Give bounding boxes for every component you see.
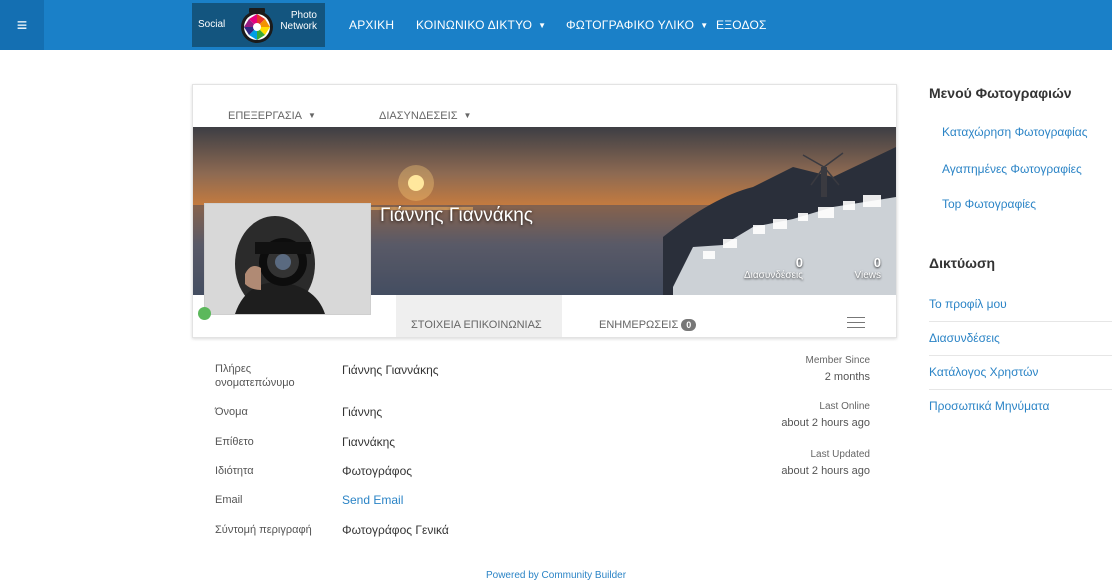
logo-text-photo-network: Photo Network [280, 10, 317, 32]
last-updated-label: Last Updated [810, 449, 871, 460]
sidebar-link-my-profile[interactable]: Το προφίλ μου [929, 288, 1112, 322]
connections-menu-label: ΔΙΑΣΥΝΔΕΣΕΙΣ [379, 110, 458, 122]
views-stat: 0 Views [833, 255, 882, 281]
nav-social-network-label: ΚΟΙΝΩΝΙΚΟ ΔΙΚΤΥΟ [416, 18, 533, 32]
nav-social-network[interactable]: ΚΟΙΝΩΝΙΚΟ ΔΙΚΤΥΟ ▼ [416, 0, 546, 50]
tab-updates[interactable]: ΕΝΗΜΕΡΩΣΕΙΣ 0 [599, 295, 719, 337]
connections-menu[interactable]: ΔΙΑΣΥΝΔΕΣΕΙΣ ▼ [379, 110, 471, 122]
detail-value-firstname: Γιάννης [342, 405, 383, 419]
top-navbar: ≡ Social Photo Network ΑΡΧΙΚΗ ΚΟΙΝΩΝΙΚΟ … [0, 0, 1112, 50]
nav-home-label: ΑΡΧΙΚΗ [349, 18, 395, 32]
detail-label-lastname: Επίθετο [215, 436, 254, 448]
sidebar-link-favorite-photos[interactable]: Αγαπημένες Φωτογραφίες [942, 162, 1082, 176]
last-online: Last Online about 2 hours ago [781, 398, 870, 432]
connections-label: Διασυνδέσεις [743, 270, 803, 281]
profile-name: Γιάννης Γιαννάκης [380, 205, 533, 226]
menu-toggle-button[interactable]: ≡ [0, 0, 44, 50]
member-since-value: 2 months [824, 371, 870, 383]
camera-aperture-icon [241, 8, 273, 43]
connections-count: 0 [795, 255, 803, 270]
last-online-value: about 2 hours ago [781, 417, 870, 429]
profile-card: ΕΠΕΞΕΡΓΑΣΙΑ ▼ ΔΙΑΣΥΝΔΕΣΕΙΣ ▼ Γιάννης Γιανν… [192, 84, 897, 338]
nav-logout[interactable]: ΕΞΟΔΟΣ [716, 0, 767, 50]
edit-menu-label: ΕΠΕΞΕΡΓΑΣΙΑ [228, 110, 303, 122]
detail-value-occupation: Φωτογράφος [342, 464, 413, 478]
updates-count-badge: 0 [681, 319, 697, 331]
caret-down-icon: ▼ [308, 111, 316, 120]
sidebar-link-add-photo[interactable]: Καταχώρηση Φωτογραφίας [942, 125, 1088, 139]
logo-text-network: Network [280, 21, 317, 32]
detail-label-fullname: Πλήρες ονοματεπώνυμο [215, 363, 295, 389]
nav-logout-label: ΕΞΟΔΟΣ [716, 18, 767, 32]
detail-label-description: Σύντομή περιγραφή [215, 524, 312, 536]
last-updated-value: about 2 hours ago [781, 465, 870, 477]
detail-value-fullname: Γιάννης Γιαννάκης [342, 363, 439, 377]
views-label: Views [854, 270, 882, 281]
detail-label-occupation: Ιδιότητα [215, 465, 254, 477]
tabs-menu-icon[interactable] [847, 317, 865, 332]
site-logo[interactable]: Social Photo Network [192, 3, 325, 47]
member-since: Member Since 2 months [806, 352, 870, 386]
nav-photo-material-label: ΦΩΤΟΓΡΑΦΙΚΟ ΥΛΙΚΟ [566, 18, 695, 32]
footer-powered-by-link[interactable]: Powered by Community Builder [0, 570, 1112, 581]
tab-updates-label: ΕΝΗΜΕΡΩΣΕΙΣ [599, 319, 679, 331]
detail-label-firstname: Όνομα [215, 406, 248, 418]
profile-avatar[interactable] [204, 203, 371, 315]
detail-value-description: Φωτογράφος Γενικά [342, 523, 449, 537]
tab-contact-info-label: ΣΤΟΙΧΕΙΑ ΕΠΙΚΟΙΝΩΝΙΑΣ [411, 319, 542, 331]
chevron-down-icon: ▼ [538, 21, 547, 30]
sidebar-link-connections[interactable]: Διασυνδέσεις [929, 322, 1112, 356]
chevron-down-icon: ▼ [700, 21, 709, 30]
edit-menu[interactable]: ΕΠΕΞΕΡΓΑΣΙΑ ▼ [228, 110, 316, 122]
network-title: Δικτύωση [929, 255, 996, 271]
send-email-link[interactable]: Send Email [342, 493, 403, 507]
last-online-label: Last Online [819, 401, 870, 412]
sidebar-link-private-messages[interactable]: Προσωπικά Μηνύματα [929, 390, 1112, 423]
photographer-avatar-image [205, 204, 370, 314]
nav-home[interactable]: ΑΡΧΙΚΗ [349, 0, 394, 50]
tab-contact-info[interactable]: ΣΤΟΙΧΕΙΑ ΕΠΙΚΟΙΝΩΝΙΑΣ [396, 295, 562, 337]
sidebar-link-user-list[interactable]: Κατάλογος Χρηστών [929, 356, 1112, 390]
caret-down-icon: ▼ [463, 111, 472, 120]
logo-text-social: Social [198, 19, 226, 30]
sidebar-link-top-photos[interactable]: Top Φωτογραφίες [942, 197, 1036, 211]
connections-stat[interactable]: 0 Διασυνδέσεις [723, 255, 803, 281]
views-count: 0 [873, 255, 881, 270]
online-status-indicator [198, 307, 211, 320]
member-since-label: Member Since [805, 355, 870, 366]
detail-label-email: Email [215, 494, 243, 506]
nav-photo-material[interactable]: ΦΩΤΟΓΡΑΦΙΚΟ ΥΛΙΚΟ ▼ [566, 0, 708, 50]
photo-menu-title: Μενού Φωτογραφιών [929, 85, 1072, 101]
logo-text-photo: Photo [290, 10, 317, 21]
last-updated: Last Updated about 2 hours ago [781, 446, 870, 480]
detail-value-lastname: Γιαννάκης [342, 435, 396, 449]
